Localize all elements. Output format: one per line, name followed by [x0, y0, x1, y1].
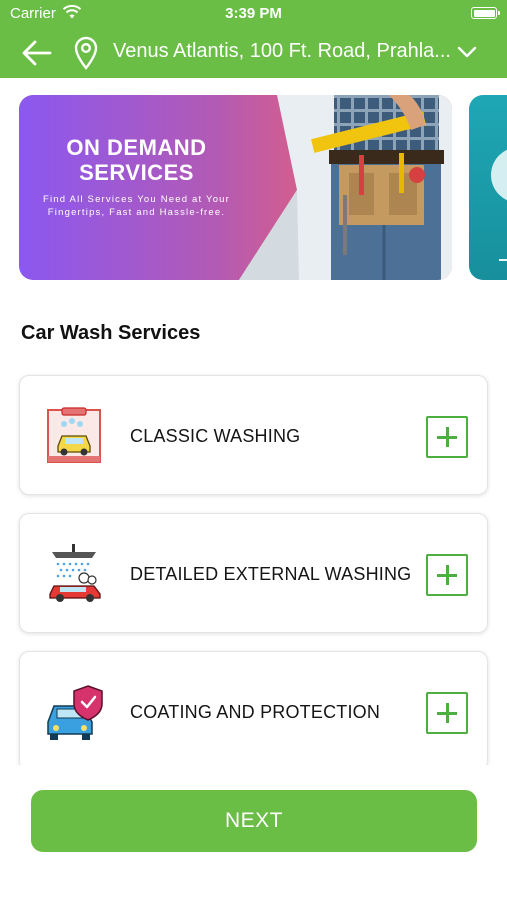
chevron-down-icon[interactable]: [456, 42, 478, 62]
app-screen: Carrier 3:39 PM Venus Atlantis, 100 Ft. …: [0, 0, 507, 900]
shower-car-foam-icon: [49, 544, 101, 602]
service-name: COATING AND PROTECTION: [130, 702, 381, 722]
service-card-classic-washing[interactable]: CLASSIC WASHING: [19, 375, 488, 495]
banner-title: ON DEMAND SERVICES: [66, 135, 207, 185]
services-list: CLASSIC WASHING DETAILED EXTERNAL WASHIN…: [0, 372, 507, 765]
banner-carousel[interactable]: ON DEMAND SERVICES Find All Services You…: [19, 95, 507, 281]
add-service-button[interactable]: [426, 692, 468, 734]
lightbulb-icon: [491, 149, 507, 261]
add-service-button[interactable]: [426, 554, 468, 596]
back-arrow-icon[interactable]: [20, 38, 54, 68]
service-name: CLASSIC WASHING: [130, 426, 301, 446]
section-title: Car Wash Services: [21, 322, 201, 344]
banner-subtitle: Find All Services You Need at Your Finge…: [42, 194, 231, 218]
service-card-detailed-external-washing[interactable]: DETAILED EXTERNAL WASHING: [19, 513, 488, 633]
handyman-toolbelt-image: [239, 95, 452, 280]
car-shield-icon: [47, 685, 103, 740]
next-button[interactable]: NEXT: [31, 790, 477, 852]
on-demand-services-banner[interactable]: ON DEMAND SERVICES Find All Services You…: [19, 95, 452, 280]
add-service-button[interactable]: [426, 416, 468, 458]
battery-icon: [471, 7, 500, 19]
service-card-coating-and-protection[interactable]: COATING AND PROTECTION: [19, 651, 488, 765]
location-pin-icon: [74, 36, 98, 70]
status-bar: Carrier 3:39 PM: [0, 0, 507, 28]
service-name: DETAILED EXTERNAL WASHING: [130, 564, 412, 584]
car-wash-tunnel-icon: [47, 407, 101, 463]
next-banner-peek[interactable]: [469, 95, 507, 280]
location-header: Venus Atlantis, 100 Ft. Road, Prahla...: [0, 28, 507, 78]
current-location[interactable]: Venus Atlantis, 100 Ft. Road, Prahla...: [113, 40, 453, 63]
clock: 3:39 PM: [225, 5, 282, 22]
